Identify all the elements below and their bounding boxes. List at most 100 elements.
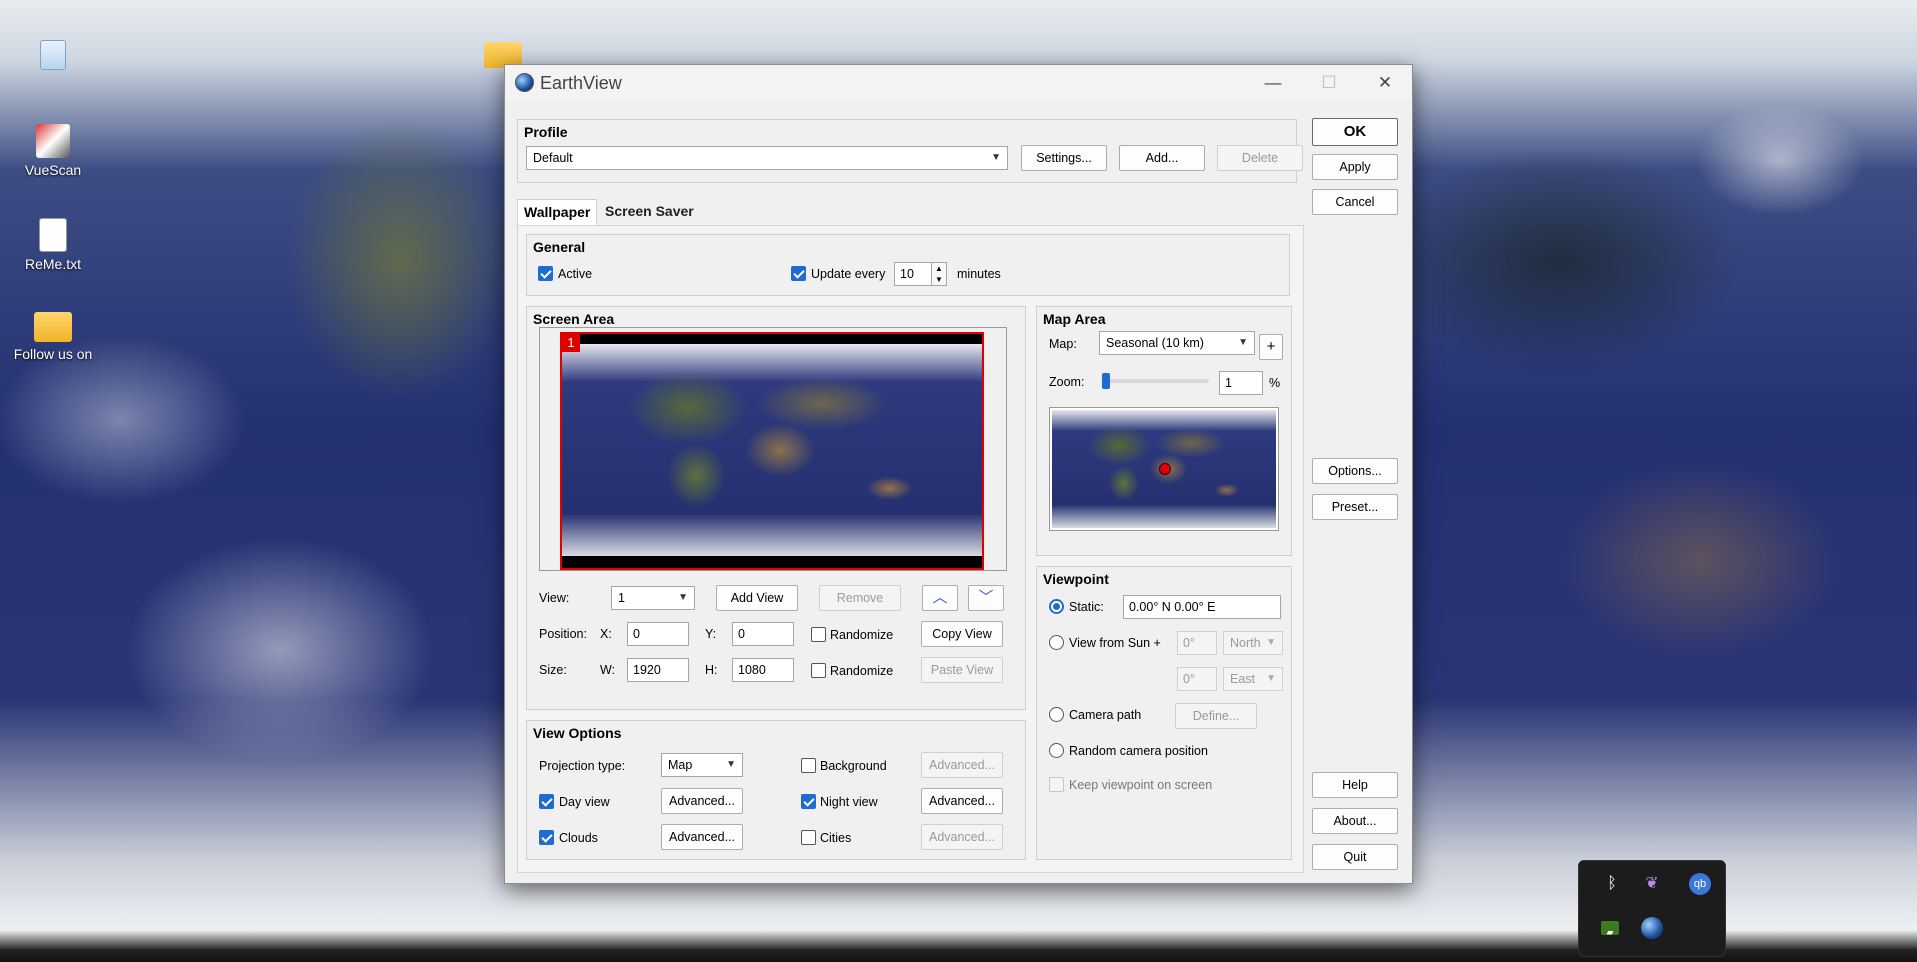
chevron-down-icon: ▼	[678, 592, 688, 603]
background-checkbox[interactable]	[801, 758, 816, 773]
keep-viewpoint-checkbox[interactable]	[1049, 777, 1064, 792]
update-every-checkbox[interactable]	[791, 266, 806, 281]
cities-checkbox[interactable]	[801, 830, 816, 845]
add-map-button[interactable]: +	[1259, 334, 1283, 360]
bluetooth-icon[interactable]: ᛒ	[1601, 873, 1623, 895]
background-advanced-button[interactable]: Advanced...	[921, 752, 1003, 778]
zoom-input[interactable]: 1	[1219, 371, 1263, 395]
monitor-wallpaper-preview	[562, 344, 982, 556]
camera-path-label: Camera path	[1069, 708, 1142, 722]
add-profile-button[interactable]: Add...	[1119, 145, 1205, 171]
monitor-preview[interactable]: 1	[560, 332, 984, 570]
title-bar[interactable]: EarthView — ☐ ✕	[505, 65, 1412, 101]
apply-button[interactable]: Apply	[1312, 154, 1398, 180]
view-options-group: View Options Projection type: Map ▼ Back…	[526, 720, 1026, 860]
tab-wallpaper[interactable]: Wallpaper	[517, 199, 598, 225]
zoom-slider-track[interactable]	[1101, 373, 1209, 389]
map-select[interactable]: Seasonal (10 km) ▼	[1099, 331, 1255, 355]
desktop-icon-vuescan[interactable]: VueScan	[8, 124, 98, 178]
view-select[interactable]: 1 ▼	[611, 586, 695, 610]
define-camera-path-button[interactable]: Define...	[1175, 703, 1257, 729]
east-value: East	[1230, 672, 1256, 686]
camera-path-radio[interactable]	[1049, 707, 1064, 722]
minutes-label: minutes	[957, 267, 1001, 281]
tab-screen-saver[interactable]: Screen Saver	[599, 199, 700, 225]
sun-longitude-direction-select[interactable]: East ▼	[1223, 667, 1283, 691]
view-label: View:	[539, 591, 570, 605]
zoom-slider-thumb[interactable]	[1102, 373, 1110, 389]
randomize-position-checkbox[interactable]	[811, 627, 826, 642]
wallpaper-panel: General Active Update every 10 ▲ ▼ minute…	[517, 225, 1304, 873]
clouds-checkbox[interactable]	[539, 830, 554, 845]
h-label: H:	[705, 663, 718, 677]
static-radio[interactable]	[1049, 599, 1064, 614]
move-down-button[interactable]: ﹀	[968, 585, 1004, 611]
randomize-size-checkbox[interactable]	[811, 663, 826, 678]
night-view-checkbox[interactable]	[801, 794, 816, 809]
preset-button[interactable]: Preset...	[1312, 494, 1398, 520]
desktop-icon-recycle-bin[interactable]	[8, 40, 98, 74]
profile-select[interactable]: Default ▼	[526, 146, 1008, 170]
night-view-advanced-button[interactable]: Advanced...	[921, 788, 1003, 814]
cities-advanced-button[interactable]: Advanced...	[921, 824, 1003, 850]
size-h-input[interactable]: 1080	[732, 658, 794, 682]
view-from-sun-radio[interactable]	[1049, 635, 1064, 650]
background-label: Background	[820, 759, 887, 773]
options-button[interactable]: Options...	[1312, 458, 1398, 484]
clouds-label: Clouds	[559, 831, 598, 845]
earthview-dialog: EarthView — ☐ ✕ Profile Default ▼ Settin…	[504, 64, 1413, 884]
sun-latitude-direction-select[interactable]: North ▼	[1223, 631, 1283, 655]
x-label: X:	[600, 627, 612, 641]
interval-stepper[interactable]: ▲ ▼	[931, 262, 947, 286]
about-button[interactable]: About...	[1312, 808, 1398, 834]
day-view-checkbox[interactable]	[539, 794, 554, 809]
keep-viewpoint-label: Keep viewpoint on screen	[1069, 778, 1213, 792]
chevron-down-icon: ﹀	[978, 589, 994, 606]
update-interval-input[interactable]: 10	[894, 262, 932, 286]
remove-view-button[interactable]: Remove	[819, 585, 901, 611]
feather-icon[interactable]: ❦	[1641, 873, 1663, 895]
zoom-label: Zoom:	[1049, 375, 1085, 389]
desktop-icon-follow-folder[interactable]: Follow us on	[8, 312, 98, 362]
desktop-icon-label: VueScan	[24, 162, 82, 178]
quit-button[interactable]: Quit	[1312, 844, 1398, 870]
help-button[interactable]: Help	[1312, 772, 1398, 798]
paste-view-button[interactable]: Paste View	[921, 657, 1003, 683]
earthview-icon[interactable]	[1641, 917, 1663, 939]
position-x-input[interactable]: 0	[627, 622, 689, 646]
projection-type-value: Map	[668, 758, 693, 772]
recycle-bin-icon	[40, 40, 66, 70]
desktop-icon-readme[interactable]: ReMe.txt	[8, 218, 98, 272]
sun-latitude-offset-input[interactable]: 0°	[1177, 631, 1217, 655]
y-label: Y:	[705, 627, 717, 641]
copy-view-button[interactable]: Copy View	[921, 621, 1003, 647]
randomize-position-label: Randomize	[830, 628, 894, 642]
minimize-button[interactable]: —	[1250, 67, 1296, 99]
settings-button[interactable]: Settings...	[1021, 145, 1107, 171]
clouds-advanced-button[interactable]: Advanced...	[661, 824, 743, 850]
qbittorrent-icon[interactable]: qb	[1689, 873, 1711, 895]
close-button[interactable]: ✕	[1362, 67, 1408, 99]
maximize-button[interactable]: ☐	[1306, 67, 1352, 99]
view-from-sun-label: View from Sun +	[1069, 636, 1161, 650]
ok-button[interactable]: OK	[1312, 118, 1398, 146]
desktop-icon-label: Follow us on	[13, 346, 93, 362]
random-camera-radio[interactable]	[1049, 743, 1064, 758]
position-y-input[interactable]: 0	[732, 622, 794, 646]
static-label: Static:	[1069, 600, 1104, 614]
map-area-preview[interactable]	[1049, 407, 1279, 531]
cancel-button[interactable]: Cancel	[1312, 189, 1398, 215]
percent-label: %	[1269, 376, 1281, 390]
sun-longitude-offset-input[interactable]: 0°	[1177, 667, 1217, 691]
move-up-button[interactable]: ︿	[922, 585, 958, 611]
add-view-button[interactable]: Add View	[716, 585, 798, 611]
viewpoint-marker-icon	[1159, 463, 1171, 475]
size-w-input[interactable]: 1920	[627, 658, 689, 682]
static-coordinates-input[interactable]: 0.00° N 0.00° E	[1123, 595, 1281, 619]
general-group: General Active Update every 10 ▲ ▼ minute…	[526, 234, 1290, 296]
day-view-advanced-button[interactable]: Advanced...	[661, 788, 743, 814]
projection-type-select[interactable]: Map ▼	[661, 753, 743, 777]
active-checkbox[interactable]	[538, 266, 553, 281]
delete-profile-button[interactable]: Delete	[1217, 145, 1303, 171]
nvidia-icon[interactable]: ▰	[1601, 921, 1619, 937]
